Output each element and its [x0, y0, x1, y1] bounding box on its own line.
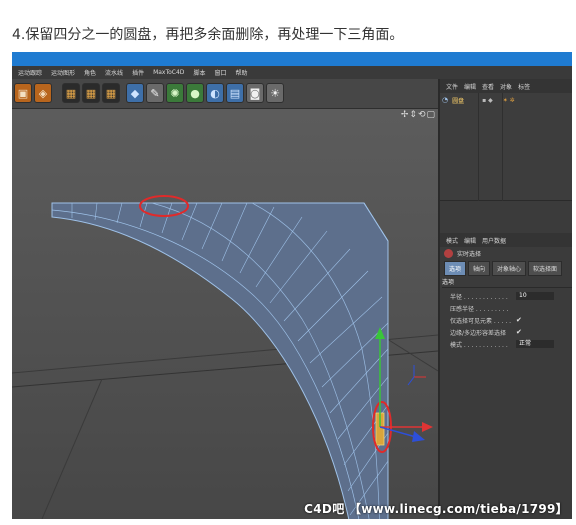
- mode-field: 模式 . . . . . . . . . . . . 正常: [450, 339, 572, 349]
- tag-icon[interactable]: ✶ ✲: [503, 97, 515, 104]
- object-manager-menu: 文件 编辑 查看 对象 标签: [440, 79, 572, 93]
- menu-item[interactable]: 运动图形: [51, 68, 75, 77]
- menu-item[interactable]: 模式: [446, 236, 458, 245]
- watermark: C4D吧 【www.linecg.com/tieba/1799】: [304, 502, 568, 516]
- toolbar: ▣ ◈ ▦ ▦ ▦ ◆ ✎ ✺ ● ◐ ▤ ◙ ☀: [12, 79, 438, 109]
- tool-name: 实时选择: [457, 251, 482, 258]
- subdivision-icon[interactable]: ✺: [166, 83, 184, 103]
- cube-icon[interactable]: ◆: [126, 83, 144, 103]
- field-label: 边缘/多边形容差选择: [450, 329, 507, 337]
- cube-icon[interactable]: ▣: [14, 83, 32, 103]
- tab-axis[interactable]: 轴向: [468, 261, 491, 276]
- tolerant-selection-checkbox[interactable]: ✔: [516, 328, 522, 336]
- object-name[interactable]: 圆盘: [452, 96, 464, 105]
- menu-item[interactable]: 窗口: [214, 68, 226, 77]
- menu-item[interactable]: 对象: [500, 82, 512, 91]
- title-bar: [12, 52, 572, 66]
- live-selection-icon: [444, 249, 453, 258]
- radius-input[interactable]: 10: [516, 292, 554, 300]
- camera-icon[interactable]: ◙: [246, 83, 264, 103]
- clapper-icon[interactable]: ▦: [102, 83, 120, 103]
- light-icon[interactable]: ☀: [266, 83, 284, 103]
- sphere-icon[interactable]: ●: [186, 83, 204, 103]
- deformer-icon[interactable]: ◐: [206, 83, 224, 103]
- attribute-manager-menu: 模式 编辑 用户数据: [440, 233, 572, 247]
- menu-item[interactable]: MaxToC4D: [153, 69, 184, 76]
- menu-item[interactable]: 角色: [84, 68, 96, 77]
- tab-options[interactable]: 选项: [444, 261, 467, 276]
- pen-icon[interactable]: ✎: [146, 83, 164, 103]
- tool-title: 实时选择: [444, 249, 481, 258]
- floor-icon[interactable]: ▤: [226, 83, 244, 103]
- clapper-icon[interactable]: ▦: [62, 83, 80, 103]
- menu-item[interactable]: 运动跟踪: [18, 68, 42, 77]
- menu-item[interactable]: 文件: [446, 82, 458, 91]
- disc-icon: ◔: [442, 96, 449, 104]
- field-label: 仅选择可见元素 . . . . .: [450, 317, 512, 325]
- pressure-radius-field: 压感半径 . . . . . . . . .: [450, 303, 572, 313]
- menu-item[interactable]: 插件: [132, 68, 144, 77]
- cube-icon[interactable]: ◈: [34, 83, 52, 103]
- 3d-viewport[interactable]: ✢⇕⟲▢: [12, 109, 438, 519]
- section-header: 选项: [442, 277, 572, 288]
- field-label: 压感半径 . . . . . . . . .: [450, 305, 509, 313]
- clapper-icon[interactable]: ▦: [82, 83, 100, 103]
- object-row[interactable]: ◔ 圆盘 ▪ ◆ ✶ ✲: [442, 95, 572, 105]
- field-label: 半径 . . . . . . . . . . . .: [450, 293, 508, 301]
- viewport-nav-icons[interactable]: ✢⇕⟲▢: [401, 110, 436, 120]
- menu-item[interactable]: 编辑: [464, 82, 476, 91]
- attribute-tabs: 选项 轴向 对象轴心 软选择面: [444, 261, 563, 276]
- menu-item[interactable]: 用户数据: [482, 236, 506, 245]
- c4d-screenshot: 运动跟踪 运动图形 角色 流水线 插件 MaxToC4D 脚本 窗口 帮助 ▣ …: [12, 52, 572, 519]
- column-divider: [502, 93, 503, 201]
- menu-item[interactable]: 脚本: [193, 68, 205, 77]
- tolerant-selection-field: 边缘/多边形容差选择 ✔: [450, 327, 572, 337]
- right-panel: 文件 编辑 查看 对象 标签 ◔ 圆盘 ▪ ◆ ✶ ✲ 模式 编辑 用户数据 实…: [438, 79, 572, 519]
- menu-item[interactable]: 查看: [482, 82, 494, 91]
- radius-field: 半径 . . . . . . . . . . . . 10: [450, 291, 572, 301]
- menu-item[interactable]: 流水线: [105, 68, 123, 77]
- mode-select[interactable]: 正常: [516, 340, 554, 348]
- instruction-caption: 4.保留四分之一的圆盘，再把多余面删除，再处理一下三角面。: [12, 27, 404, 43]
- tab-soft-selection[interactable]: 软选择面: [528, 261, 563, 276]
- visibility-icon[interactable]: ▪ ◆: [482, 97, 493, 104]
- column-divider: [478, 93, 479, 201]
- field-label: 模式 . . . . . . . . . . . .: [450, 341, 508, 349]
- viewport-canvas: [12, 109, 438, 519]
- menu-item[interactable]: 帮助: [235, 68, 247, 77]
- visible-only-checkbox[interactable]: ✔: [516, 316, 522, 324]
- object-list: [440, 93, 572, 201]
- menu-item[interactable]: 标签: [518, 82, 530, 91]
- visible-only-field: 仅选择可见元素 . . . . . ✔: [450, 315, 572, 325]
- tab-object-axis[interactable]: 对象轴心: [492, 261, 527, 276]
- menu-bar: 运动跟踪 运动图形 角色 流水线 插件 MaxToC4D 脚本 窗口 帮助: [12, 66, 572, 79]
- menu-item[interactable]: 编辑: [464, 236, 476, 245]
